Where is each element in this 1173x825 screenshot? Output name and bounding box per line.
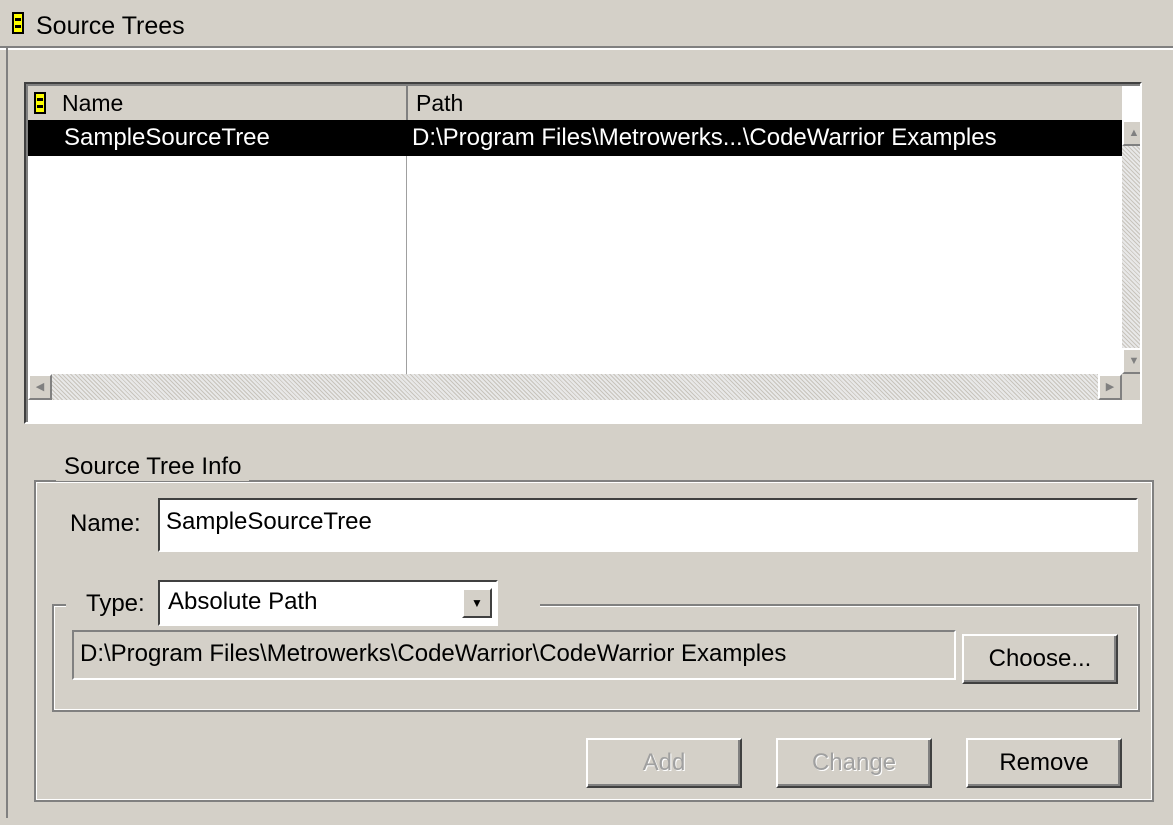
panel-title: Source Trees bbox=[36, 12, 185, 40]
scroll-right-icon[interactable]: ▶ bbox=[1098, 374, 1122, 400]
name-field[interactable]: SampleSourceTree bbox=[158, 498, 1138, 552]
add-button[interactable]: Add bbox=[586, 738, 742, 788]
type-selected-value: Absolute Path bbox=[168, 588, 318, 615]
column-header-name[interactable]: Name bbox=[28, 86, 408, 120]
left-divider bbox=[6, 48, 8, 818]
list-row-selected[interactable]: SampleSourceTree D:\Program Files\Metrow… bbox=[28, 120, 1122, 156]
scroll-up-icon[interactable]: ▲ bbox=[1122, 120, 1140, 146]
scrollbar-corner bbox=[1122, 374, 1140, 400]
row-name-cell: SampleSourceTree bbox=[64, 124, 270, 151]
groupbox-gap bbox=[498, 598, 540, 612]
choose-button[interactable]: Choose... bbox=[962, 634, 1118, 684]
scroll-down-icon[interactable]: ▼ bbox=[1122, 348, 1140, 374]
name-label: Name: bbox=[70, 510, 141, 537]
source-tree-icon bbox=[12, 12, 24, 34]
column-header-path[interactable]: Path bbox=[408, 86, 1122, 120]
chevron-down-icon[interactable]: ▼ bbox=[462, 588, 492, 618]
list-header: Name Path bbox=[28, 86, 1122, 120]
vertical-scrollbar[interactable]: ▲ ▼ bbox=[1122, 120, 1140, 374]
column-divider bbox=[406, 156, 407, 374]
remove-button[interactable]: Remove bbox=[966, 738, 1122, 788]
change-button[interactable]: Change bbox=[776, 738, 932, 788]
group-label: Source Tree Info bbox=[56, 453, 250, 481]
type-label: Type: bbox=[86, 590, 145, 617]
type-select[interactable]: Absolute Path ▼ bbox=[158, 580, 498, 626]
horizontal-scrollbar[interactable]: ◀ ▶ bbox=[28, 374, 1122, 400]
path-field: D:\Program Files\Metrowerks\CodeWarrior\… bbox=[72, 630, 956, 680]
scroll-left-icon[interactable]: ◀ bbox=[28, 374, 52, 400]
list-body: SampleSourceTree D:\Program Files\Metrow… bbox=[28, 120, 1122, 374]
source-trees-list[interactable]: Name Path SampleSourceTree D:\Program Fi… bbox=[24, 82, 1142, 424]
row-path-cell: D:\Program Files\Metrowerks...\CodeWarri… bbox=[412, 124, 997, 151]
